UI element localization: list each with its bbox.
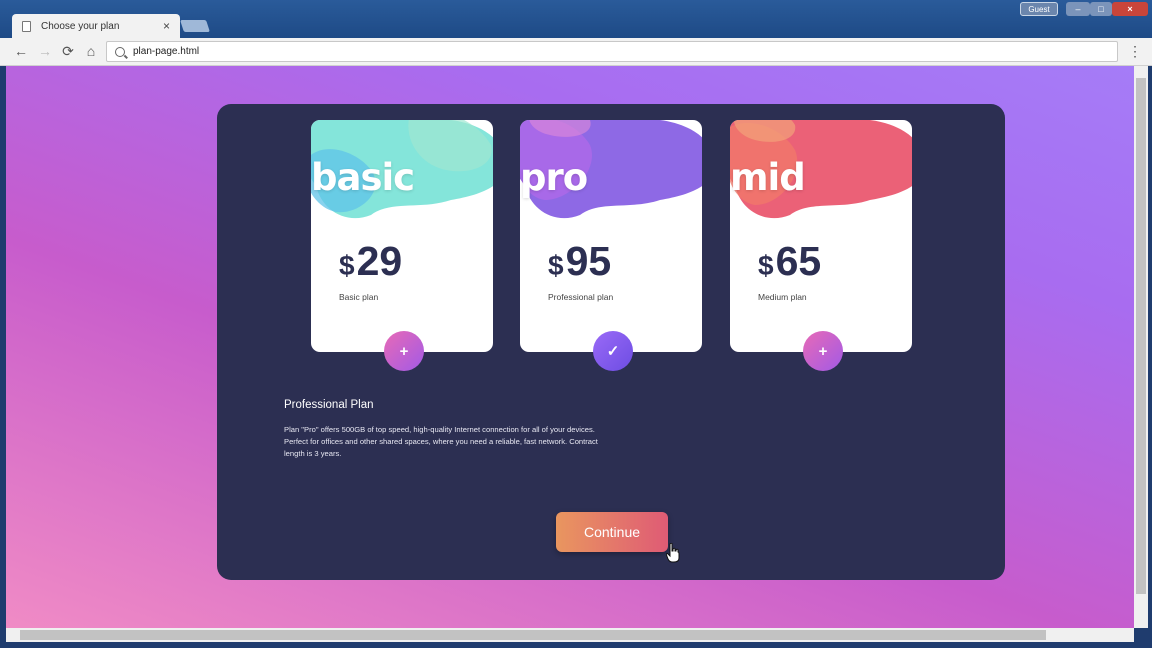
plan-name: basic	[311, 156, 415, 199]
new-tab-button[interactable]	[180, 20, 210, 32]
add-plan-button-mid[interactable]: +	[803, 331, 843, 371]
add-plan-button-basic[interactable]: +	[384, 331, 424, 371]
scroll-thumb[interactable]	[20, 630, 1046, 640]
plan-description-title: Professional Plan	[284, 399, 374, 411]
selected-plan-check-button-pro[interactable]: ✓	[593, 331, 633, 371]
plan-price: $ 29	[339, 238, 402, 285]
reload-icon[interactable]: ⟳	[59, 43, 77, 60]
price-amount: 65	[775, 238, 822, 284]
scroll-thumb[interactable]	[1136, 78, 1146, 594]
maximize-button[interactable]: □	[1090, 2, 1112, 16]
currency-symbol: $	[339, 250, 355, 281]
home-icon[interactable]: ⌂	[82, 43, 100, 59]
minimize-button[interactable]: –	[1066, 2, 1090, 16]
page-viewport: basic $ 29 Basic plan + pro $ 95 Profess…	[6, 66, 1134, 628]
browser-toolbar: ← → ⟳ ⌂ plan-page.html ⋮	[0, 38, 1152, 66]
plan-card-mid[interactable]: mid $ 65 Medium plan	[730, 120, 912, 352]
browser-title-bar: Choose your plan × Guest – □ ×	[0, 0, 1152, 38]
currency-symbol: $	[548, 250, 564, 281]
close-window-button[interactable]: ×	[1112, 2, 1148, 16]
search-icon	[115, 46, 125, 57]
plan-description-body: Plan "Pro" offers 500GB of top speed, hi…	[284, 425, 598, 458]
profile-button[interactable]: Guest	[1020, 2, 1058, 16]
url-text: plan-page.html	[133, 46, 200, 57]
plan-card-pro[interactable]: pro $ 95 Professional plan	[520, 120, 702, 352]
continue-button[interactable]: Continue	[556, 512, 668, 552]
plan-price: $ 95	[548, 238, 611, 285]
forward-arrow-icon[interactable]: →	[36, 43, 54, 59]
plan-name: pro	[520, 156, 588, 199]
price-amount: 95	[565, 238, 612, 284]
back-arrow-icon[interactable]: ←	[12, 43, 30, 59]
plan-subtitle: Professional plan	[548, 292, 614, 302]
page-icon	[22, 20, 31, 32]
tab-title: Choose your plan	[41, 20, 120, 32]
horizontal-scrollbar[interactable]	[6, 628, 1134, 642]
plan-card-basic[interactable]: basic $ 29 Basic plan	[311, 120, 493, 352]
plan-name: mid	[730, 156, 806, 199]
browser-tab[interactable]: Choose your plan ×	[12, 14, 180, 38]
hand-cursor-icon	[666, 543, 680, 563]
vertical-scrollbar[interactable]	[1134, 66, 1148, 628]
price-amount: 29	[356, 238, 403, 284]
plan-subtitle: Medium plan	[758, 292, 807, 302]
tab-close-icon[interactable]: ×	[163, 19, 170, 33]
plan-subtitle: Basic plan	[339, 292, 379, 302]
address-bar[interactable]: plan-page.html	[106, 41, 1118, 62]
currency-symbol: $	[758, 250, 774, 281]
browser-menu-icon[interactable]: ⋮	[1128, 43, 1142, 60]
plan-panel: basic $ 29 Basic plan + pro $ 95 Profess…	[217, 104, 1005, 580]
window-frame	[0, 642, 1152, 648]
plan-price: $ 65	[758, 238, 821, 285]
